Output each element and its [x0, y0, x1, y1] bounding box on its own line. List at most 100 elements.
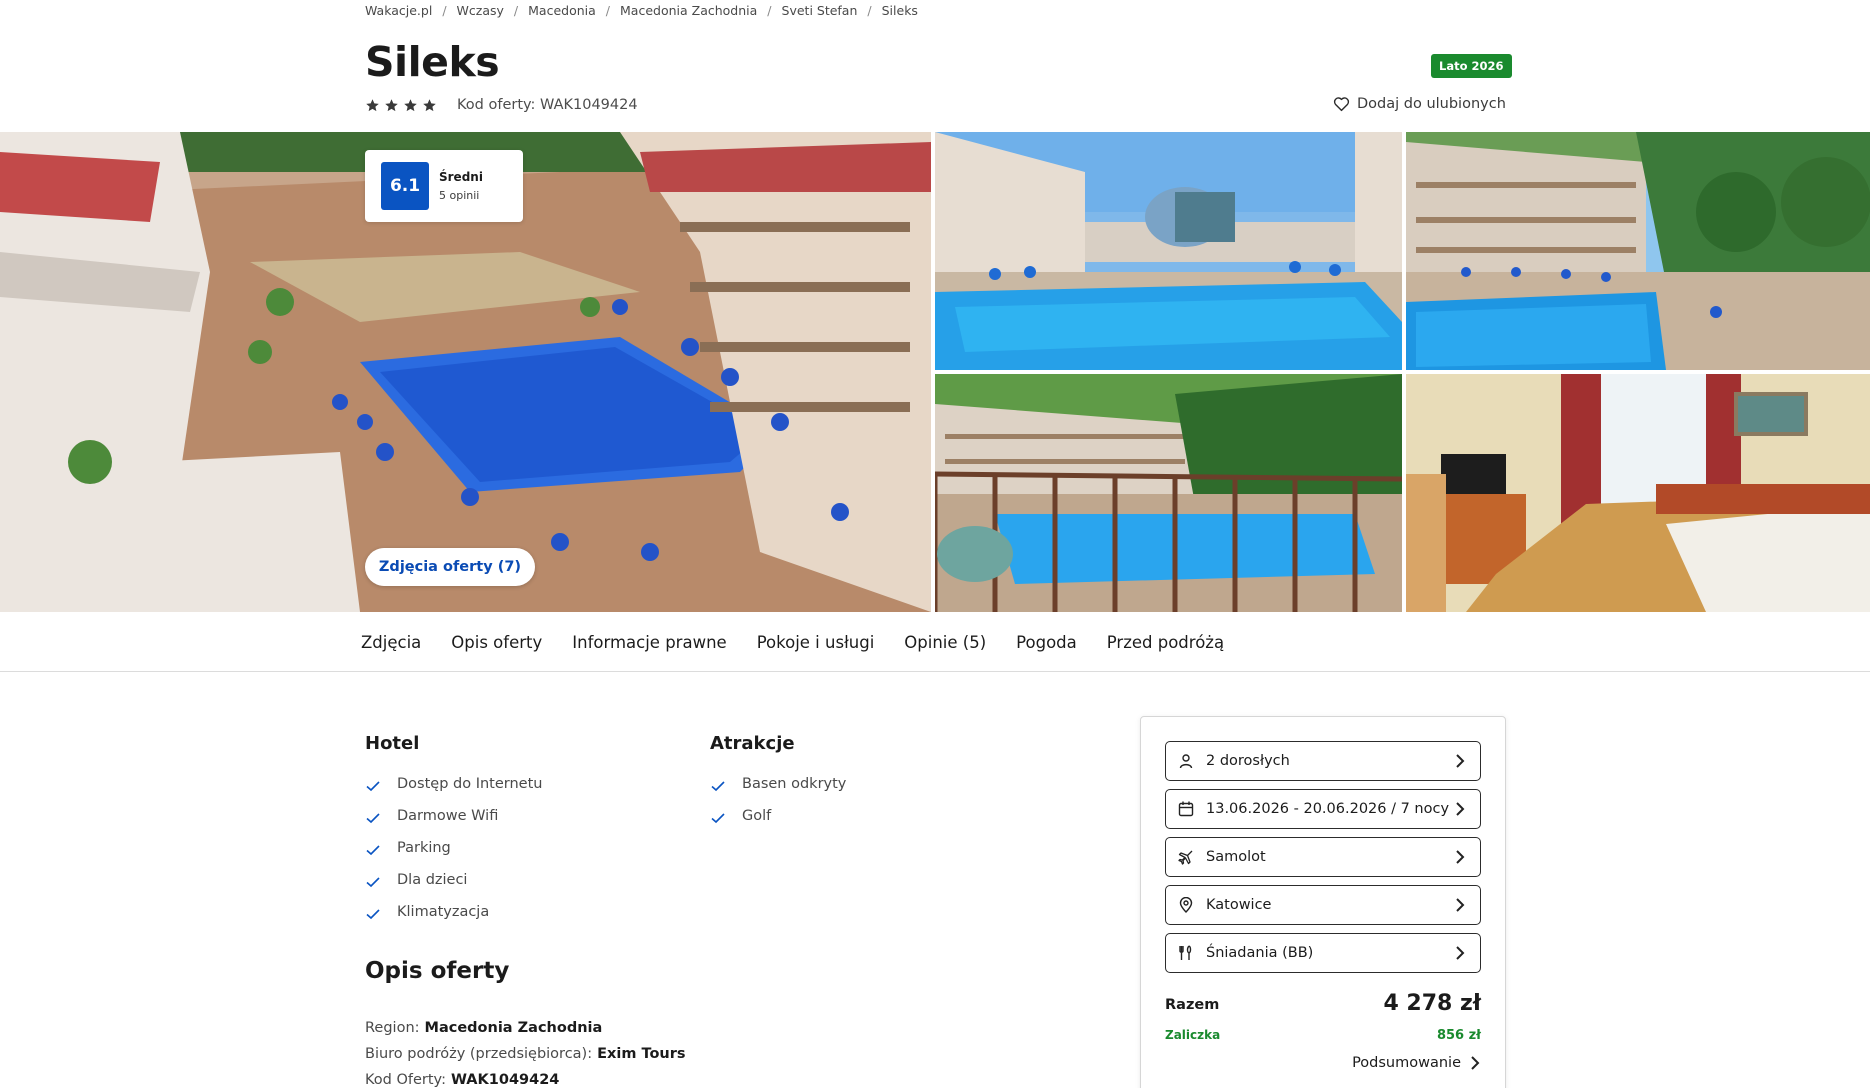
- summary-label: Podsumowanie: [1352, 1055, 1461, 1071]
- star-icon: [404, 98, 417, 111]
- tab-reviews[interactable]: Opinie (5): [904, 633, 986, 652]
- rating-text: Średni 5 opinii: [439, 170, 483, 202]
- tab-weather[interactable]: Pogoda: [1016, 633, 1077, 652]
- amenity-item: Klimatyzacja: [365, 896, 542, 928]
- breadcrumb-separator: /: [867, 2, 872, 18]
- region-row: Region: Macedonia Zachodnia: [365, 1015, 686, 1041]
- tab-before-travel[interactable]: Przed podróżą: [1107, 633, 1224, 652]
- breadcrumb-current: Sileks: [881, 2, 918, 18]
- chevron-right-icon: [1456, 898, 1465, 912]
- rating-card[interactable]: 6.1 Średni 5 opinii: [365, 150, 523, 222]
- hotel-meta-row: Kod oferty: WAK1049424: [365, 95, 638, 115]
- star-icon: [423, 98, 436, 111]
- gallery-photo[interactable]: [935, 132, 1402, 370]
- add-to-favorites-label: Dodaj do ulubionych: [1357, 96, 1506, 112]
- heart-icon: [1333, 97, 1350, 112]
- tab-legal-info[interactable]: Informacje prawne: [572, 633, 726, 652]
- travelers-value: 2 dorosłych: [1206, 753, 1290, 769]
- deposit-label: Zaliczka: [1165, 1028, 1221, 1042]
- chevron-right-icon: [1456, 850, 1465, 864]
- amenity-label: Dostęp do Internetu: [397, 776, 543, 792]
- deposit-price: 856 zł: [1436, 1028, 1481, 1043]
- chevron-right-icon: [1471, 1056, 1480, 1070]
- amenity-item: Basen odkryty: [710, 768, 846, 800]
- departure-selector[interactable]: Katowice: [1165, 885, 1481, 925]
- board-selector[interactable]: Śniadania (BB): [1165, 933, 1481, 973]
- offer-description-details: Region: Macedonia Zachodnia Biuro podróż…: [365, 1015, 686, 1088]
- breadcrumb-link[interactable]: Macedonia: [528, 3, 596, 18]
- tab-rooms-services[interactable]: Pokoje i usługi: [757, 633, 875, 652]
- tab-description[interactable]: Opis oferty: [451, 633, 542, 652]
- amenity-label: Golf: [742, 808, 772, 824]
- breadcrumb-separator: /: [442, 2, 447, 18]
- breadcrumb-separator: /: [767, 2, 772, 18]
- person-icon: [1179, 754, 1193, 769]
- breadcrumb: Wakacje.pl / Wczasy / Macedonia / Macedonia…: [365, 0, 918, 20]
- amenity-label: Dla dzieci: [397, 872, 468, 888]
- amenity-label: Darmowe Wifi: [397, 808, 499, 824]
- region-value: Macedonia Zachodnia: [424, 1020, 603, 1036]
- amenity-item: Darmowe Wifi: [365, 800, 542, 832]
- section-tabs-list: Zdjęcia Opis oferty Informacje prawne Po…: [361, 612, 1254, 672]
- check-icon: [366, 781, 380, 792]
- offer-description-title: Opis oferty: [365, 958, 510, 984]
- breadcrumb-link[interactable]: Wczasy: [457, 3, 504, 18]
- summary-link[interactable]: Podsumowanie: [1352, 1055, 1481, 1071]
- hotel-amenities-title: Hotel: [365, 733, 420, 754]
- check-icon: [366, 909, 380, 920]
- agency-row: Biuro podróży (przedsiębiorca): Exim Tou…: [365, 1041, 686, 1067]
- region-label: Region:: [365, 1020, 420, 1036]
- hotel-amenities: Hotel Dostęp do Internetu Darmowe Wifi P…: [365, 733, 542, 928]
- attraction-amenities: Atrakcje Basen odkryty Golf: [710, 733, 846, 832]
- gallery-photo[interactable]: [1406, 132, 1870, 370]
- chevron-right-icon: [1456, 754, 1465, 768]
- star-rating: [365, 98, 437, 113]
- board-value: Śniadania (BB): [1206, 945, 1314, 961]
- amenity-item: Dostęp do Internetu: [365, 768, 542, 800]
- season-badge: Lato 2026: [1431, 54, 1512, 78]
- attractions-title: Atrakcje: [710, 733, 795, 754]
- breadcrumb-link[interactable]: Wakacje.pl: [365, 3, 432, 18]
- star-icon: [385, 98, 398, 111]
- gallery-photo[interactable]: [935, 374, 1402, 612]
- amenity-item: Parking: [365, 832, 542, 864]
- breadcrumb-link[interactable]: Sveti Stefan: [782, 3, 858, 18]
- amenity-label: Basen odkryty: [742, 776, 847, 792]
- location-pin-icon: [1179, 897, 1193, 913]
- chevron-right-icon: [1456, 802, 1465, 816]
- breadcrumb-separator: /: [605, 2, 611, 18]
- amenity-item: Golf: [710, 800, 846, 832]
- transport-value: Samolot: [1206, 849, 1266, 865]
- star-icon: [366, 98, 379, 111]
- chevron-right-icon: [1456, 946, 1465, 960]
- amenity-label: Parking: [397, 840, 451, 856]
- transport-selector[interactable]: Samolot: [1165, 837, 1481, 877]
- gallery-photo[interactable]: [1406, 374, 1870, 612]
- breadcrumb-link[interactable]: Macedonia Zachodnia: [620, 3, 757, 18]
- dates-selector[interactable]: 13.06.2026 - 20.06.2026 / 7 nocy: [1165, 789, 1481, 829]
- booking-panel: 2 dorosłych 13.06.2026 - 20.06.2026 / 7 …: [1140, 716, 1506, 1088]
- calendar-icon: [1178, 801, 1194, 817]
- check-icon: [711, 813, 725, 824]
- check-icon: [366, 877, 380, 888]
- check-icon: [366, 845, 380, 856]
- amenity-label: Klimatyzacja: [397, 904, 490, 920]
- offer-code-label: Kod Oferty:: [365, 1072, 446, 1088]
- page-title: Sileks: [365, 38, 500, 86]
- breadcrumb-separator: /: [513, 2, 519, 18]
- add-to-favorites-button[interactable]: Dodaj do ulubionych: [1333, 96, 1506, 112]
- rating-score: 6.1: [381, 162, 429, 210]
- agency-value: Exim Tours: [597, 1046, 686, 1062]
- total-label: Razem: [1165, 997, 1220, 1013]
- show-photos-button[interactable]: Zdjęcia oferty (7): [365, 548, 535, 586]
- offer-code-value: WAK1049424: [450, 1072, 560, 1088]
- rating-count: 5 opinii: [439, 189, 480, 202]
- offer-code: Kod oferty: WAK1049424: [457, 97, 638, 113]
- photo-gallery: 6.1 Średni 5 opinii Zdjęcia oferty (7): [0, 132, 1870, 612]
- check-icon: [711, 781, 725, 792]
- cutlery-icon: [1179, 945, 1192, 960]
- tab-photos[interactable]: Zdjęcia: [361, 633, 421, 652]
- airplane-icon: [1178, 850, 1193, 865]
- offer-code-row: Kod Oferty: WAK1049424: [365, 1067, 686, 1088]
- travelers-selector[interactable]: 2 dorosłych: [1165, 741, 1481, 781]
